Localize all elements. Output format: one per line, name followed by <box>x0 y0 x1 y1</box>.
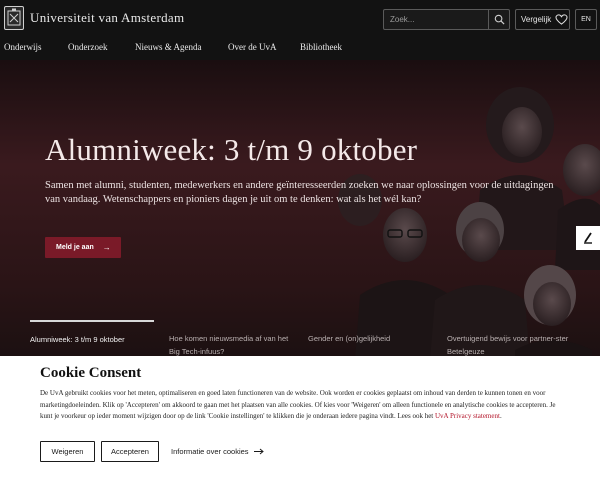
nav-item-over-de-uva[interactable]: Over de UvA <box>228 42 277 52</box>
slide-tabs: Alumniweek: 3 t/m 9 oktober Hoe komen ni… <box>30 320 600 360</box>
privacy-statement-link[interactable]: UvA Privacy statement <box>435 412 500 420</box>
cookie-text: De UvA gebruikt cookies voor het meten, … <box>40 388 560 423</box>
cookie-info-label: Informatie over cookies <box>171 447 249 456</box>
cookie-title: Cookie Consent <box>40 365 142 381</box>
slide-tab-4[interactable]: Overtuigend bewijs voor partner-ster Bet… <box>447 320 571 360</box>
hero-title: Alumniweek: 3 t/m 9 oktober <box>45 132 418 167</box>
slide-tab-2[interactable]: Hoe komen nieuwsmedia af van het Big Tec… <box>169 320 293 360</box>
accept-button[interactable]: Accepteren <box>101 441 159 462</box>
main-nav: Onderwijs Onderzoek Nieuws & Agenda Over… <box>0 36 600 60</box>
uva-logo[interactable]: Universiteit van Amsterdam <box>4 6 184 30</box>
compare-label: Vergelijk <box>521 15 552 24</box>
register-button[interactable]: Meld je aan → <box>45 237 121 258</box>
side-panel-toggle[interactable] <box>576 226 600 250</box>
arrow-right-icon <box>253 448 264 455</box>
slash-icon <box>584 232 592 244</box>
top-bar: Universiteit van Amsterdam Vergelijk EN <box>0 0 600 36</box>
hero-description: Samen met alumni, studenten, medewerkers… <box>45 180 554 205</box>
nav-item-bibliotheek[interactable]: Bibliotheek <box>300 42 342 52</box>
search-box <box>383 9 510 30</box>
search-button[interactable] <box>488 10 509 29</box>
arrow-right-icon: → <box>102 243 111 252</box>
cookie-consent-banner: Cookie Consent De UvA gebruikt cookies v… <box>0 356 600 480</box>
nav-item-onderzoek[interactable]: Onderzoek <box>68 42 107 52</box>
refuse-button[interactable]: Weigeren <box>40 441 95 462</box>
logo-wordmark: Universiteit van Amsterdam <box>30 10 185 25</box>
cookie-info-link[interactable]: Informatie over cookies <box>171 447 264 456</box>
uva-seal-icon <box>4 6 24 30</box>
slide-tab-1[interactable]: Alumniweek: 3 t/m 9 oktober <box>30 320 154 360</box>
language-switch[interactable]: EN <box>575 9 597 30</box>
register-button-label: Meld je aan <box>56 244 94 251</box>
hero-photo-people <box>338 87 600 360</box>
slide-tab-3[interactable]: Gender en (on)gelijkheid <box>308 320 432 360</box>
compare-button[interactable]: Vergelijk <box>515 9 570 30</box>
search-icon <box>494 14 505 25</box>
nav-item-onderwijs[interactable]: Onderwijs <box>4 42 42 52</box>
hero-banner: Alumniweek: 3 t/m 9 oktober Samen met al… <box>0 60 600 360</box>
search-input[interactable] <box>384 10 488 29</box>
nav-item-nieuws-agenda[interactable]: Nieuws & Agenda <box>135 42 202 52</box>
heart-icon <box>555 14 568 25</box>
cookie-text-end: . <box>499 412 502 420</box>
